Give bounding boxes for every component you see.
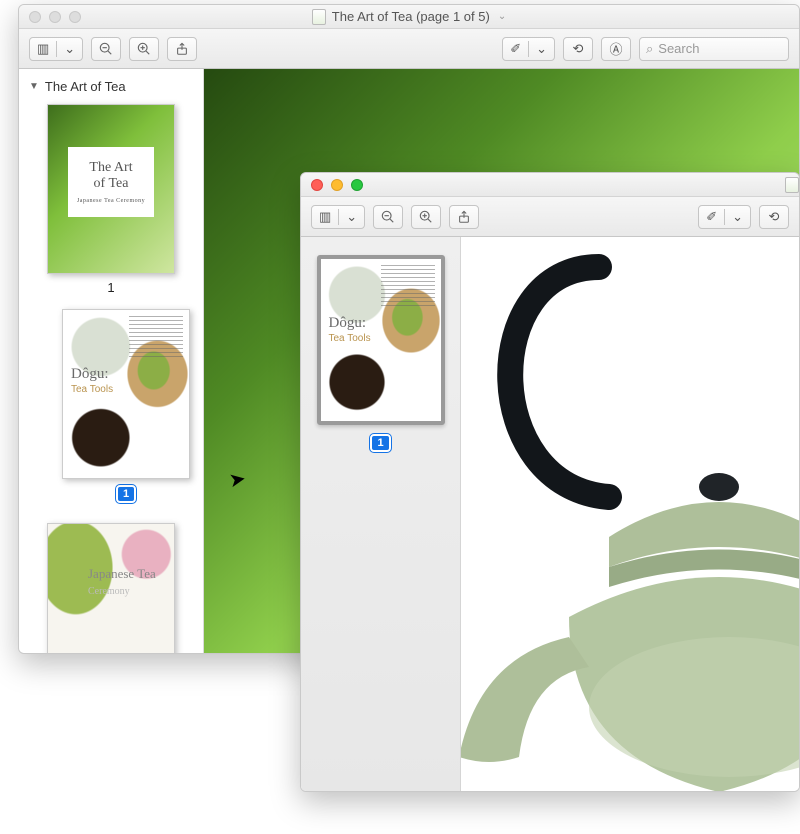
- disclosure-triangle-icon[interactable]: ▼: [29, 81, 39, 92]
- toolbar: ▥ ⌄ ✐: [301, 197, 799, 237]
- thumb-title: Dôgu:: [329, 315, 367, 332]
- zoom-in-icon: [137, 42, 151, 56]
- zoom-in-icon: [419, 210, 433, 224]
- markup-button[interactable]: Ⓐ: [601, 37, 631, 61]
- page-thumbnail-3[interactable]: Japanese Tea Ceremony: [47, 523, 175, 653]
- title-text: The Art of Tea (page 1 of 5): [332, 9, 490, 24]
- window-title[interactable]: [301, 173, 799, 196]
- toolbar: ▥ ⌄ ✐: [19, 29, 799, 69]
- rotate-button[interactable]: ⟲: [759, 205, 789, 229]
- content-area: Dôgu: Tea Tools 1: [301, 237, 799, 791]
- chevron-down-icon: ⌄: [56, 41, 82, 57]
- rotate-icon: ⟲: [769, 209, 780, 225]
- thumb-title: Japanese Tea Ceremony: [88, 566, 156, 598]
- highlight-button[interactable]: ✐ ⌄: [698, 205, 751, 229]
- page-thumbnail-1[interactable]: The Art of Tea Japanese Tea Ceremony: [47, 104, 175, 274]
- share-button[interactable]: [449, 205, 479, 229]
- sidebar-icon: ▥: [30, 41, 56, 57]
- thumb-title: Dôgu:: [71, 366, 109, 383]
- share-button[interactable]: [167, 37, 197, 61]
- rotate-button[interactable]: ⟲: [563, 37, 593, 61]
- thumbnails-sidebar[interactable]: Dôgu: Tea Tools 1: [301, 237, 461, 791]
- page-number-label: 1: [107, 280, 114, 295]
- highlight-button[interactable]: ✐ ⌄: [502, 37, 555, 61]
- cover-caption: Japanese Tea Ceremony: [77, 198, 145, 204]
- search-field[interactable]: ⌕ Search: [639, 37, 789, 61]
- zoom-in-button[interactable]: [129, 37, 159, 61]
- sidebar-doc-header[interactable]: ▼ The Art of Tea: [29, 79, 195, 94]
- document-icon: [312, 9, 326, 25]
- drag-count-badge: 1: [116, 485, 136, 503]
- window-title[interactable]: The Art of Tea (page 1 of 5) ⌄: [19, 5, 799, 28]
- share-icon: [175, 42, 189, 56]
- search-placeholder: Search: [658, 41, 699, 56]
- titlebar[interactable]: The Art of Tea (page 1 of 5) ⌄: [19, 5, 799, 29]
- rotate-icon: ⟲: [573, 41, 584, 57]
- sidebar-icon: ▥: [312, 209, 338, 225]
- document-canvas[interactable]: [461, 237, 799, 791]
- chevron-down-icon: ⌄: [724, 209, 750, 225]
- thumb-textblock: [381, 265, 435, 309]
- chevron-down-icon: ⌄: [528, 41, 554, 57]
- thumb-subtitle: Tea Tools: [71, 384, 113, 395]
- thumbnail-list: The Art of Tea Japanese Tea Ceremony 1 D…: [27, 104, 195, 653]
- document-icon: [785, 177, 799, 193]
- zoom-out-button[interactable]: [373, 205, 403, 229]
- cover-line2: of Tea: [94, 176, 129, 192]
- search-icon: ⌕: [646, 41, 653, 57]
- foreground-preview-window: ▥ ⌄ ✐: [300, 172, 800, 792]
- thumb-subtitle: Tea Tools: [329, 333, 371, 344]
- highlighter-icon: ✐: [503, 41, 528, 57]
- cover-line1: The Art: [89, 160, 132, 176]
- share-icon: [457, 210, 471, 224]
- annotate-icon: Ⓐ: [609, 39, 622, 58]
- zoom-out-button[interactable]: [91, 37, 121, 61]
- titlebar[interactable]: [301, 173, 799, 197]
- teapot-image: [461, 237, 799, 791]
- page-thumbnail-dragged[interactable]: Dôgu: Tea Tools: [62, 309, 190, 479]
- zoom-out-icon: [99, 42, 113, 56]
- thumbnails-sidebar[interactable]: ▼ The Art of Tea The Art of Tea Japanese…: [19, 69, 204, 653]
- highlighter-icon: ✐: [699, 209, 724, 225]
- sidebar-doc-title: The Art of Tea: [45, 79, 126, 94]
- thumb-textblock: [129, 316, 183, 360]
- chevron-down-icon: ⌄: [338, 209, 364, 225]
- page-thumbnail-1-selected[interactable]: Dôgu: Tea Tools: [317, 255, 445, 425]
- zoom-in-button[interactable]: [411, 205, 441, 229]
- sidebar-toggle-button[interactable]: ▥ ⌄: [29, 37, 83, 61]
- zoom-out-icon: [381, 210, 395, 224]
- chevron-down-icon: ⌄: [498, 11, 506, 22]
- page-badge: 1: [370, 434, 390, 452]
- cover-plaque: The Art of Tea Japanese Tea Ceremony: [68, 147, 154, 217]
- sidebar-toggle-button[interactable]: ▥ ⌄: [311, 205, 365, 229]
